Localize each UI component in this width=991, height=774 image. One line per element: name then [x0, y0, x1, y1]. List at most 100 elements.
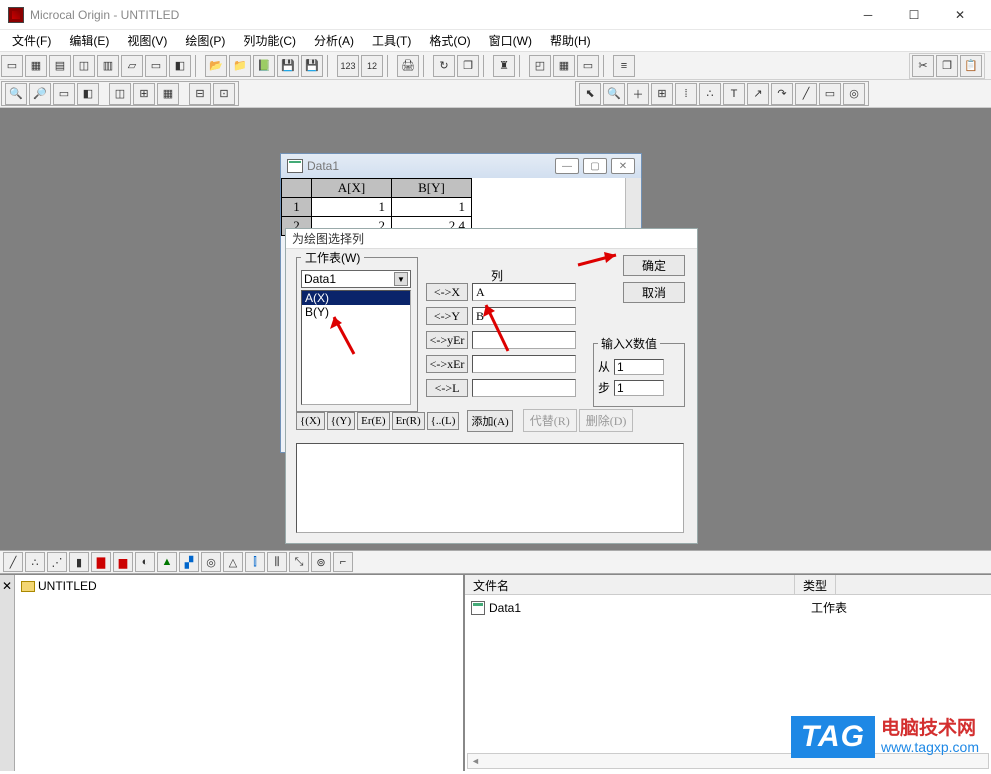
xer-field[interactable]	[472, 355, 576, 373]
new-function-icon[interactable]: ▱	[121, 55, 143, 77]
new-project-icon[interactable]: ▭	[1, 55, 23, 77]
scrollbar-horizontal[interactable]	[467, 753, 989, 769]
pane-collapse-icon[interactable]: ✕	[0, 575, 15, 771]
extract-layers-icon[interactable]: ◫	[109, 83, 131, 105]
vertical-line-icon[interactable]: ▮	[69, 552, 89, 572]
template-icon[interactable]: ⌐	[333, 552, 353, 572]
child-close-icon[interactable]: ✕	[611, 158, 635, 174]
zoom-icon[interactable]: 🔍	[603, 83, 625, 105]
add-column-icon[interactable]: ▦	[553, 55, 575, 77]
layer-tool-icon[interactable]: ◧	[77, 83, 99, 105]
curved-arrow-icon[interactable]: ↷	[771, 83, 793, 105]
add-axes-icon[interactable]: ⊟	[189, 83, 211, 105]
open-excel-icon[interactable]: 📗	[253, 55, 275, 77]
results-log-icon[interactable]: ♜	[493, 55, 515, 77]
save-icon[interactable]: 💾	[277, 55, 299, 77]
rect-tool-icon[interactable]: ▭	[819, 83, 841, 105]
bar-plot-icon[interactable]: ▆	[113, 552, 133, 572]
selection-textarea[interactable]	[296, 443, 684, 533]
column-type-header[interactable]: 类型	[795, 575, 836, 594]
worksheet-combo[interactable]: Data1 ▼	[301, 270, 411, 288]
chevron-down-icon[interactable]: ▼	[394, 272, 408, 286]
copy-icon[interactable]: ❐	[936, 55, 958, 77]
text-tool-icon[interactable]: T	[723, 83, 745, 105]
zoom-out-icon[interactable]: 🔎	[29, 83, 51, 105]
new-layout-icon[interactable]: ◧	[169, 55, 191, 77]
menu-column[interactable]: 列功能(C)	[235, 31, 304, 50]
maximize-button[interactable]: ☐	[891, 0, 937, 30]
assign-l-button[interactable]: <->L	[426, 379, 468, 397]
l-field[interactable]	[472, 379, 576, 397]
paste-icon[interactable]: 📋	[960, 55, 982, 77]
ternary-plot-icon[interactable]: △	[223, 552, 243, 572]
list-item[interactable]: A(X)	[302, 291, 410, 305]
assign-yer-button[interactable]: <->yEr	[426, 331, 468, 349]
high-low-icon[interactable]: ⫼	[267, 552, 287, 572]
add-axes2-icon[interactable]: ⊡	[213, 83, 235, 105]
data-selector-icon[interactable]: ⁞	[675, 83, 697, 105]
mask-tool-icon[interactable]: ∴	[699, 83, 721, 105]
cancel-button[interactable]: 取消	[623, 282, 685, 303]
waterfall-icon[interactable]: ⫿	[245, 552, 265, 572]
line-plot-icon[interactable]: ╱	[3, 552, 23, 572]
open-icon[interactable]: 📂	[205, 55, 227, 77]
print-icon[interactable]: 🖨	[397, 55, 419, 77]
scatter-plot-icon[interactable]: ∴	[25, 552, 45, 572]
x-field[interactable]	[472, 283, 576, 301]
menu-tools[interactable]: 工具(T)	[364, 31, 419, 50]
menu-help[interactable]: 帮助(H)	[542, 31, 599, 50]
project-root-label[interactable]: UNTITLED	[38, 579, 97, 593]
menu-format[interactable]: 格式(O)	[421, 31, 478, 50]
column-filename-header[interactable]: 文件名	[465, 575, 795, 594]
close-button[interactable]: ✕	[937, 0, 983, 30]
list-item[interactable]: Data1 工作表	[471, 599, 985, 616]
designation-err-button[interactable]: Er(R)	[392, 412, 425, 430]
merge-layers-icon[interactable]: ⊞	[133, 83, 155, 105]
arrow-tool-icon[interactable]: ↗	[747, 83, 769, 105]
new-worksheet-icon[interactable]: ▦	[25, 55, 47, 77]
list-item[interactable]: B(Y)	[302, 305, 410, 319]
import-multi-ascii-icon[interactable]: 12	[361, 55, 383, 77]
project-explorer-icon[interactable]: ◰	[529, 55, 551, 77]
add-button[interactable]: 添加(A)	[467, 410, 512, 432]
pie-chart-icon[interactable]: ◐	[135, 552, 155, 572]
screen-reader-icon[interactable]: ⊞	[651, 83, 673, 105]
project-tree[interactable]: UNTITLED	[15, 575, 463, 771]
designation-x-button[interactable]: {(X)	[296, 412, 325, 430]
column-plot-icon[interactable]: ▇	[91, 552, 111, 572]
column-header-a[interactable]: A[X]	[312, 179, 392, 198]
arrange-layers-icon[interactable]: ▦	[157, 83, 179, 105]
polar-plot-icon[interactable]: ◎	[201, 552, 221, 572]
from-field[interactable]	[614, 359, 664, 375]
column-header-b[interactable]: B[Y]	[392, 179, 472, 198]
designation-y-button[interactable]: {(Y)	[327, 412, 356, 430]
duplicate-icon[interactable]: ❐	[457, 55, 479, 77]
code-builder-icon[interactable]: ▭	[577, 55, 599, 77]
designation-ere-button[interactable]: Er(E)	[357, 412, 389, 430]
menu-edit[interactable]: 编辑(E)	[61, 31, 117, 50]
child-maximize-icon[interactable]: ▢	[583, 158, 607, 174]
assign-x-button[interactable]: <->X	[426, 283, 468, 301]
save-template-icon[interactable]: 💾	[301, 55, 323, 77]
ok-button[interactable]: 确定	[623, 255, 685, 276]
smith-chart-icon[interactable]: ⊚	[311, 552, 331, 572]
cut-icon[interactable]: ✂	[912, 55, 934, 77]
assign-y-button[interactable]: <->Y	[426, 307, 468, 325]
data-reader-icon[interactable]: ＋	[627, 83, 649, 105]
fill-area-icon[interactable]: ▞	[179, 552, 199, 572]
line-tool-icon[interactable]: ╱	[795, 83, 817, 105]
region-tool-icon[interactable]: ◎	[843, 83, 865, 105]
menu-view[interactable]: 视图(V)	[119, 31, 175, 50]
whole-page-icon[interactable]: ▭	[53, 83, 75, 105]
refresh-icon[interactable]: ↻	[433, 55, 455, 77]
yer-field[interactable]	[472, 331, 576, 349]
step-field[interactable]	[614, 380, 664, 396]
rescale-icon[interactable]: ≡	[613, 55, 635, 77]
minimize-button[interactable]: ─	[845, 0, 891, 30]
y-field[interactable]	[472, 307, 576, 325]
assign-xer-button[interactable]: <->xEr	[426, 355, 468, 373]
pointer-icon[interactable]: ⬉	[579, 83, 601, 105]
new-matrix-icon[interactable]: ▥	[97, 55, 119, 77]
menu-file[interactable]: 文件(F)	[4, 31, 59, 50]
import-ascii-icon[interactable]: 123	[337, 55, 359, 77]
